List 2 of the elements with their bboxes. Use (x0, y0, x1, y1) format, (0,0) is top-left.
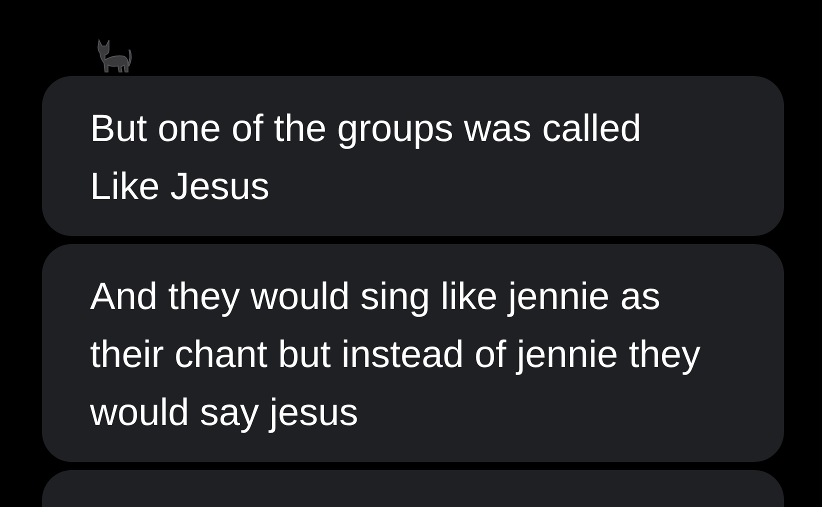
message-text: But one of the groups was called Like Jesus (90, 107, 642, 210)
message-text: And they would sing like jennie as their chant but instead of jennie they would say jesus (90, 275, 702, 436)
